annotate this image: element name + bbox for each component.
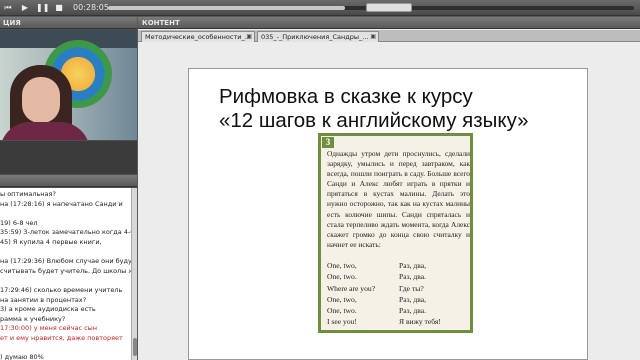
tab-page-icon: ▣ bbox=[246, 33, 252, 40]
presenter-face bbox=[22, 77, 60, 123]
chat-message: 19) 6-8 чел bbox=[0, 218, 38, 227]
content-panel: КОНТЕНТ Методические_особенности_... ▣ 0… bbox=[138, 17, 640, 360]
verse-russian: Раз, два, bbox=[399, 261, 427, 270]
presentation-slide: Рифмовка в сказке к курсу «12 шагов к ан… bbox=[188, 68, 588, 360]
chat-message: ы оптимальная? bbox=[0, 190, 56, 198]
chat-message: на (17:29:36) Влюбом случае они будут bbox=[0, 257, 131, 266]
chat-message: рамма к учебнику? bbox=[0, 314, 66, 323]
seek-handle[interactable] bbox=[366, 3, 412, 12]
chat-message: на (17:28:16) я напечатано Санди и bbox=[0, 199, 123, 208]
chat-message: считывать будет учитель. До школы же bbox=[0, 266, 131, 275]
video-controls-area bbox=[0, 141, 137, 174]
chat-message bbox=[0, 276, 131, 286]
slide-title-line-1: Рифмовка в сказке к курсу bbox=[219, 85, 473, 108]
story-paragraph: Однажды утром дети проснулись, сделали з… bbox=[327, 149, 470, 249]
verse-english: I see you! bbox=[327, 317, 357, 327]
presenter-panel-title: ЦИЯ bbox=[0, 17, 137, 29]
verse-row: One, two, Раз, два, bbox=[327, 260, 470, 271]
verse-russian: Я вижу тебя! bbox=[399, 317, 441, 327]
tab-label: Методические_особенности_... bbox=[145, 33, 251, 41]
chat-log: ы оптимальная? на (17:28:16) я напечатано… bbox=[0, 188, 131, 360]
verse-english: One, two, bbox=[327, 294, 357, 304]
chat-message: 45) Я купила 4 первые книги, bbox=[0, 237, 102, 246]
verse-row: One, two. Раз, два. bbox=[327, 305, 470, 316]
verse-russian: Раз, два. bbox=[399, 306, 427, 316]
document-tabs: Методические_особенности_... ▣ 035_-_При… bbox=[138, 30, 640, 42]
verse-english: One, two, bbox=[327, 261, 357, 270]
verse-row: One, two, Раз, два, bbox=[327, 294, 470, 305]
tab-sandra-adventures[interactable]: 035_-_Приключения_Сандры_... ▣ bbox=[257, 31, 379, 42]
chat-scrollbar[interactable] bbox=[131, 188, 137, 360]
verse-russian: Раз, два. bbox=[399, 272, 427, 282]
left-panel: ЦИЯ ы оптимальная? на (17:28:16) я напеча… bbox=[0, 17, 137, 360]
lesson-number-badge: 3 bbox=[322, 137, 334, 148]
chat-message bbox=[0, 344, 131, 354]
verse-english: One, two. bbox=[327, 306, 357, 316]
chat-message bbox=[0, 248, 131, 258]
tab-label: 035_-_Приключения_Сандры_... bbox=[261, 33, 369, 41]
chat-message: ) думаю 80% bbox=[0, 353, 44, 360]
playback-time: 00:28:05 bbox=[73, 3, 109, 12]
chat-message: на занятии в процентах? bbox=[0, 295, 87, 304]
verse-row: Where are you? Где ты? bbox=[327, 283, 470, 294]
book-page-image: 3 Однажды утром дети проснулись, сделали… bbox=[318, 133, 473, 333]
seek-bar[interactable] bbox=[108, 3, 634, 12]
slide-title: Рифмовка в сказке к курсу «12 шагов к ан… bbox=[219, 85, 579, 133]
chat-message: ет и ему нравится, даже повторяет bbox=[0, 333, 123, 342]
verse-russian: Раз, два, bbox=[399, 294, 427, 304]
seek-bar-fill bbox=[108, 6, 345, 10]
tab-page-icon: ▣ bbox=[370, 33, 376, 40]
chat-scrollbar-thumb[interactable] bbox=[133, 338, 137, 356]
verse-row: One, two. Раз, два. bbox=[327, 271, 470, 282]
chat-message bbox=[0, 209, 131, 219]
verse-english: Where are you? bbox=[327, 283, 376, 293]
chat-message: 17:29:46) сколько времени учитель bbox=[0, 285, 123, 294]
presenter-video bbox=[0, 30, 137, 140]
verse-english: One, two. bbox=[327, 272, 357, 282]
player-toolbar: ⏮ ▶ ❚❚ ■ 00:28:05 bbox=[0, 0, 640, 16]
skip-back-icon[interactable]: ⏮ bbox=[3, 2, 13, 13]
chat-message: 35:59) 3-леток замечательно когда 4-6 bbox=[0, 228, 131, 237]
rhyme-verse: One, two, Раз, два, One, two. Раз, два. Wher… bbox=[327, 260, 470, 328]
chat-message: 17:30:00) у меня сейчас сын bbox=[0, 324, 98, 333]
tab-methodical[interactable]: Методические_особенности_... ▣ bbox=[141, 31, 255, 42]
play-icon[interactable]: ▶ bbox=[20, 2, 30, 13]
content-panel-title: КОНТЕНТ bbox=[138, 17, 640, 29]
slide-title-line-2: «12 шагов к английскому языку» bbox=[219, 109, 529, 132]
chat-message: 3) а кроме аудиодиска есть bbox=[0, 305, 96, 314]
verse-row: I see you! Я вижу тебя! bbox=[327, 316, 470, 327]
verse-russian: Где ты? bbox=[399, 283, 424, 293]
stop-icon[interactable]: ■ bbox=[54, 2, 64, 13]
chat-panel-header bbox=[0, 175, 137, 187]
pause-icon[interactable]: ❚❚ bbox=[36, 2, 49, 13]
